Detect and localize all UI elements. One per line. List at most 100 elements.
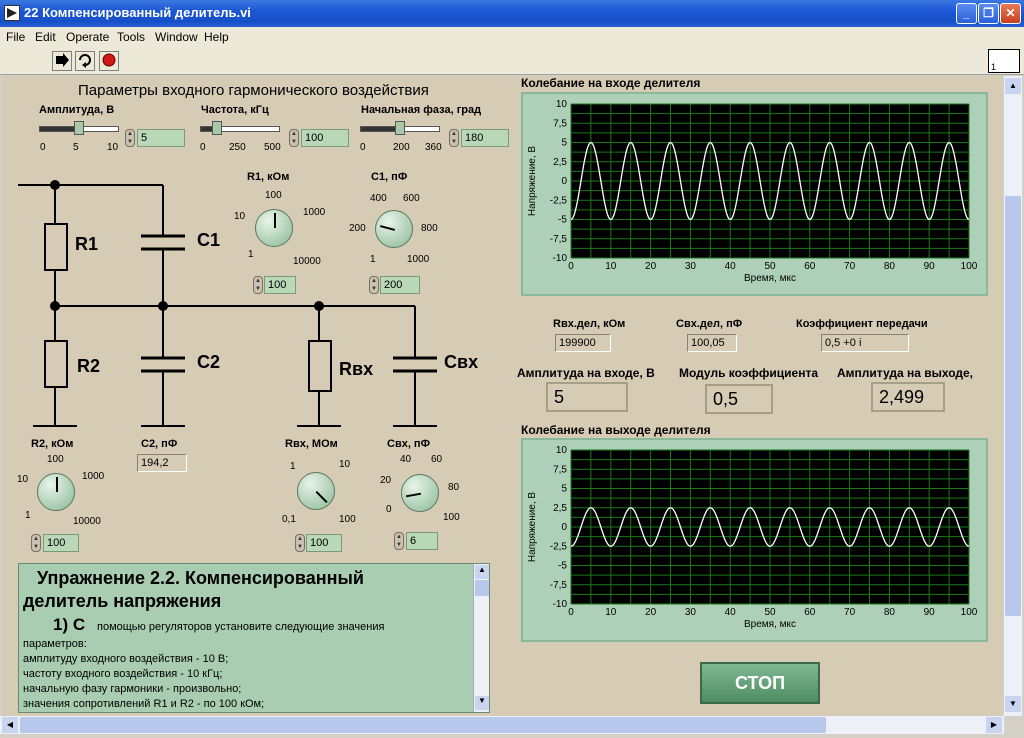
scroll-left-arrow-icon[interactable]: ◀ [2,717,18,733]
menu-tools[interactable]: Tools [117,30,145,44]
x-tick-label: 90 [924,607,936,618]
instructions-scrollbar[interactable]: ▲ ▼ [473,564,489,712]
menu-operate[interactable]: Operate [66,30,109,44]
vi-icon: 1 [988,49,1020,73]
c1-knob-tick: 1 [370,254,376,265]
horizontal-scroll-thumb[interactable] [20,717,826,733]
vertical-scroll-thumb[interactable] [1005,196,1021,616]
instructions-heading-2: делитель напряжения [23,591,222,611]
x-tick-label: 70 [844,261,856,272]
c1-knob-pointer [379,225,396,231]
y-tick-label: -7,5 [550,234,568,245]
rin-knob-tick: 100 [339,514,356,525]
amp-out-label: Амплитуда на выходе, [837,366,974,380]
cin-knob-tick: 60 [431,454,443,465]
run-arrow-icon[interactable] [52,51,72,71]
r1-knob[interactable] [255,209,293,247]
r2-knob-tick: 10 [17,474,29,485]
r2-knob-tick: 100 [47,454,64,465]
vertical-scrollbar[interactable]: ▲ ▼ [1004,76,1022,716]
y-tick-label: 7,5 [553,464,567,475]
horizontal-scrollbar[interactable]: ◀ ▶ [0,716,1004,734]
scroll-up-arrow-icon[interactable]: ▲ [475,565,489,579]
y-tick-label: 5 [561,138,567,149]
cin-input[interactable]: 6 [406,532,438,550]
transfer-indicator: 0,5 +0 i [821,334,909,352]
scroll-up-arrow-icon[interactable]: ▲ [1005,78,1021,94]
run-continuous-icon[interactable] [75,51,95,71]
instructions-step: 1) С [53,615,86,634]
close-button[interactable]: ✕ [1000,3,1021,24]
rin-input[interactable]: 100 [306,534,342,552]
cin-knob-tick: 40 [400,454,412,465]
cin-knob-label: Свх, пФ [387,438,430,450]
x-tick-label: 20 [645,261,657,272]
menu-window[interactable]: Window [155,30,198,44]
r1-stepper[interactable]: ▲ ▼ [253,276,263,294]
stop-button[interactable]: СТОП [700,662,820,704]
scroll-down-arrow-icon[interactable]: ▼ [475,696,489,710]
instructions-line: значения сопротивлений R1 и R2 - по 100 … [23,698,265,710]
x-tick-label: 100 [961,261,978,272]
cin-knob-tick: 80 [448,482,460,493]
r1-knob-tick: 10 [234,211,246,222]
y-tick-label: -5 [558,561,567,572]
cin-label: Свх [444,352,479,372]
rin-stepper[interactable]: ▲ ▼ [295,534,305,552]
output-graph: 0 10 20 30 40 50 60 70 80 90 100 10 7,5 5 2,5 0 -2,5 -5 -7… [521,438,988,642]
scroll-down-arrow-icon[interactable]: ▼ [1005,696,1021,712]
rin-knob[interactable] [297,472,335,510]
rin-knob-tick: 10 [339,459,351,470]
x-axis-label: Время, мкс [744,273,796,284]
rin-div-indicator: 199900 [555,334,611,352]
menu-file[interactable]: File [6,30,25,44]
x-tick-label: 0 [568,261,574,272]
c1-knob-tick: 600 [403,193,420,204]
r2-stepper[interactable]: ▲ ▼ [31,534,41,552]
x-tick-label: 0 [568,607,574,618]
minimize-button[interactable]: _ [956,3,977,24]
menu-help[interactable]: Help [204,30,229,44]
r2-knob-pointer [56,477,58,492]
menu-edit[interactable]: Edit [35,30,56,44]
window-title: 22 Компенсированный делитель.vi [24,5,251,20]
c1-label: C1 [197,230,221,250]
y-tick-label: 0 [561,176,567,187]
modulus-indicator: 0,5 [705,384,773,414]
y-axis-label: Напряжение, В [527,146,538,217]
y-tick-label: 2,5 [553,157,567,168]
r1-input[interactable]: 100 [264,276,296,294]
r2-input[interactable]: 100 [43,534,79,552]
menu-bar: File Edit Operate Tools Window Help [0,27,1024,47]
r2-knob[interactable] [37,473,75,511]
c1-knob[interactable] [375,210,413,248]
maximize-button[interactable]: ❐ [978,3,999,24]
r1-knob-tick: 100 [265,190,282,201]
input-graph: 0 10 20 30 40 50 60 70 80 90 100 10 7,5 5 2,5 0 -2,5 -5 -7… [521,92,988,296]
y-tick-label: 10 [556,99,568,110]
scroll-thumb[interactable] [475,580,489,596]
cin-knob[interactable] [401,474,439,512]
input-graph-title: Колебание на входе делителя [521,76,701,90]
cin-stepper[interactable]: ▲ ▼ [394,532,404,550]
c1-input[interactable]: 200 [380,276,420,294]
abort-icon[interactable] [99,51,119,71]
y-tick-label: 10 [556,445,568,456]
instructions-line: начальную фазу гармоники - произвольно; [23,683,242,695]
instructions-box[interactable]: Упражнение 2.2. Компенсированный делител… [18,563,490,713]
x-tick-label: 100 [961,607,978,618]
x-axis-label: Время, мкс [744,619,796,630]
c1-knob-label: C1, пФ [371,171,408,183]
cin-div-label: Свх.дел, пФ [676,318,743,330]
rin-knob-tick: 0,1 [282,514,296,525]
c1-knob-tick: 400 [370,193,387,204]
toolbar: 1 [0,47,1024,75]
r1-knob-pointer [274,213,276,228]
scroll-right-arrow-icon[interactable]: ▶ [986,717,1002,733]
x-tick-label: 30 [685,607,697,618]
c1-stepper[interactable]: ▲ ▼ [369,276,379,294]
y-tick-label: 0 [561,522,567,533]
output-graph-svg: 0 10 20 30 40 50 60 70 80 90 100 10 7,5 5 2,5 0 -2,5 -5 -7… [527,445,978,630]
y-tick-label: -5 [558,215,567,226]
c2-label: C2 [197,352,221,372]
